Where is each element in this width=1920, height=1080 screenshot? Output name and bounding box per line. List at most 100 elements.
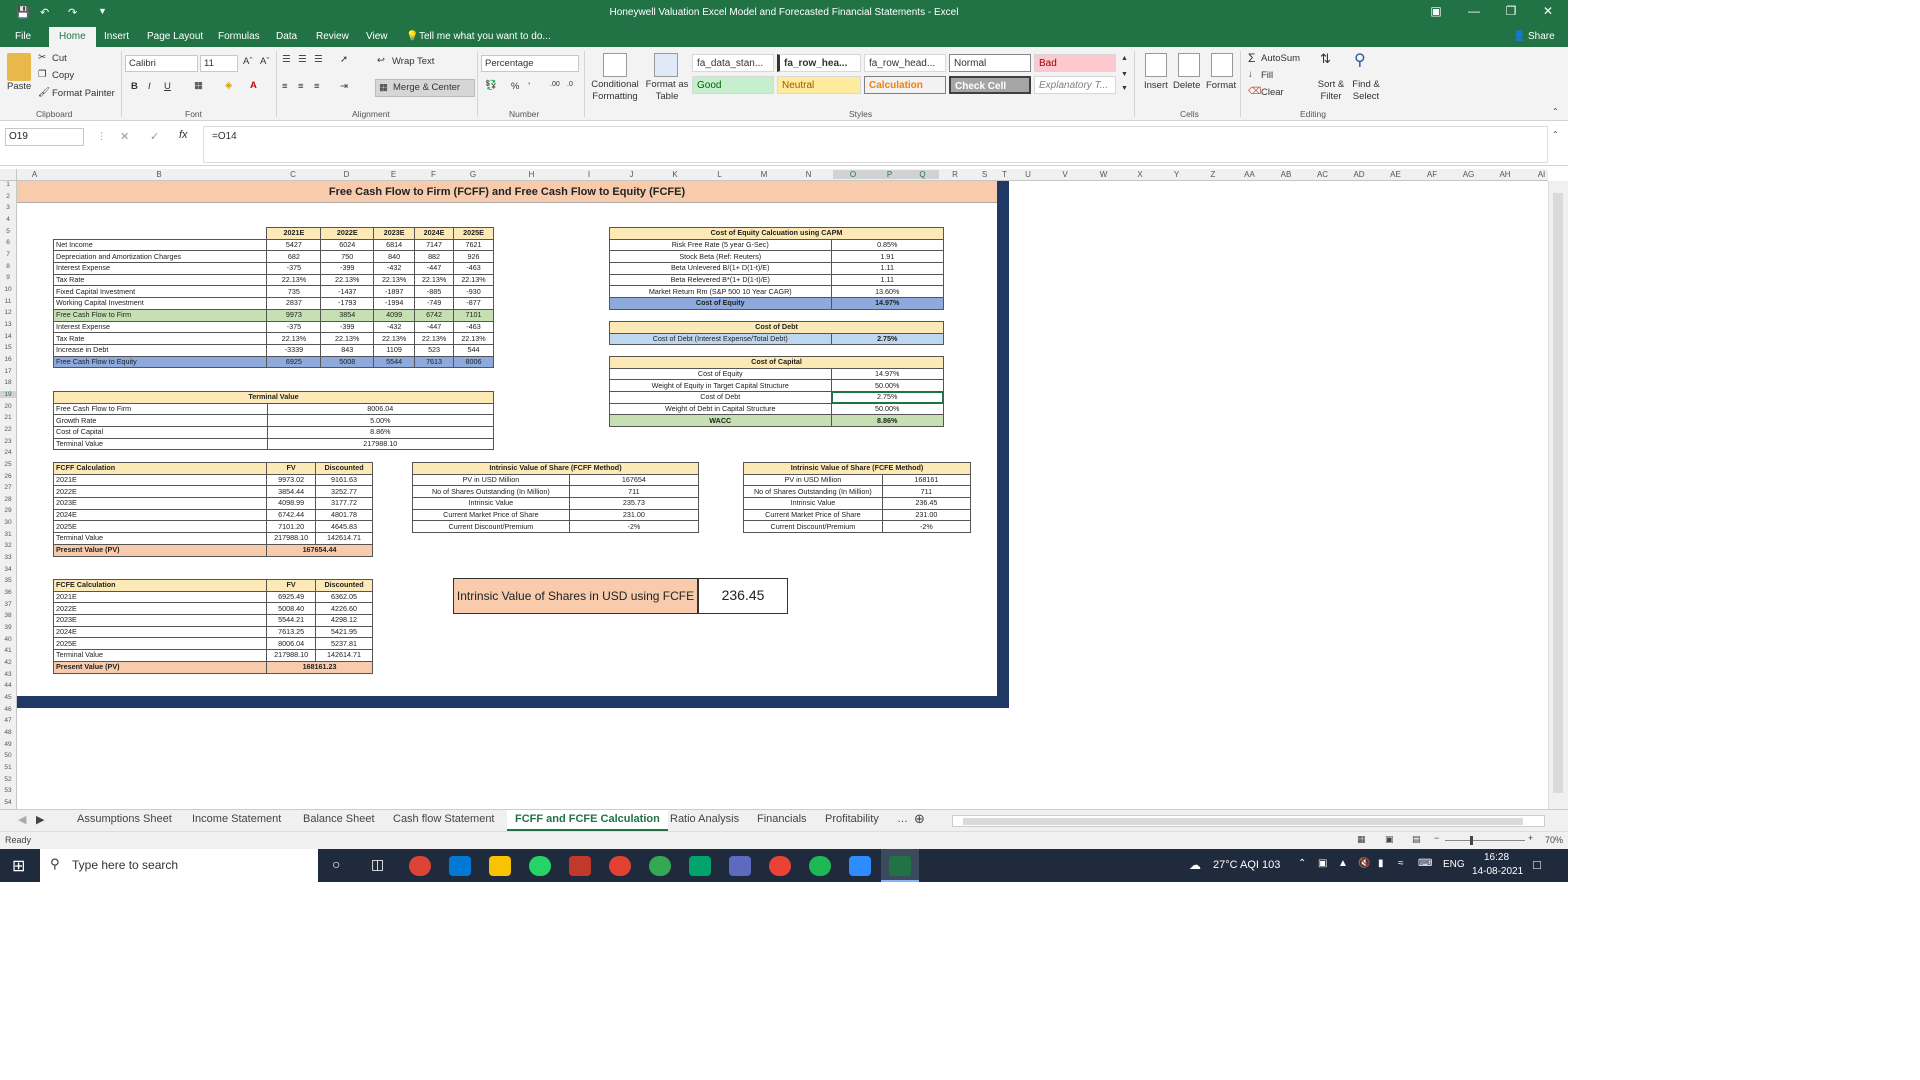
styles-more-icon[interactable]: ▼ — [1121, 85, 1128, 92]
shrink-font-icon[interactable]: Aˇ — [260, 56, 270, 67]
value-cell[interactable]: -463 — [453, 262, 494, 275]
tab-page-layout[interactable]: Page Layout — [147, 31, 203, 42]
column-header[interactable]: K — [655, 170, 695, 179]
keyboard-icon[interactable]: ⌨ — [1418, 858, 1432, 869]
value-cell[interactable]: -463 — [453, 320, 494, 334]
value-cell[interactable]: 6814 — [373, 238, 416, 252]
value-cell[interactable]: 14.97% — [830, 297, 945, 310]
row-header[interactable]: 43 — [0, 671, 16, 678]
fv-cell[interactable]: 5008.40 — [266, 602, 317, 616]
value-cell[interactable]: -749 — [414, 297, 455, 310]
value-cell[interactable]: -447 — [414, 262, 455, 275]
collapse-ribbon-icon[interactable]: ⌃ — [1552, 107, 1559, 116]
row-header[interactable]: 36 — [0, 589, 16, 596]
fv-cell[interactable]: 7613.25 — [266, 625, 317, 639]
row-header[interactable]: 2 — [0, 193, 16, 200]
ribbon-display-icon[interactable]: ▣ — [1418, 4, 1454, 18]
fill-icon[interactable]: ↓ — [1248, 69, 1253, 80]
borders-icon[interactable]: ▦ — [194, 80, 203, 91]
copy-button[interactable]: Copy — [52, 70, 74, 81]
bold-icon[interactable]: B — [131, 81, 138, 92]
sheet-tab-ratio-analysis[interactable]: Ratio Analysis — [670, 813, 739, 825]
value-cell[interactable]: 6024 — [320, 238, 375, 252]
row-header[interactable]: 6 — [0, 239, 16, 246]
row-header[interactable]: 27 — [0, 484, 16, 491]
find-select-button[interactable]: Find & Select — [1346, 79, 1386, 103]
discounted-cell[interactable]: 3177.72 — [315, 497, 373, 510]
formula-input[interactable]: =O14 — [212, 131, 237, 142]
cortana-icon[interactable]: ○ — [332, 856, 340, 872]
row-header[interactable]: 29 — [0, 507, 16, 514]
normal-view-icon[interactable]: ▦ — [1357, 834, 1366, 845]
value-cell[interactable]: -432 — [373, 320, 416, 334]
fv-cell[interactable]: 217988.10 — [266, 649, 317, 662]
merge-center-button[interactable]: Merge & Center — [393, 82, 460, 93]
style-bad[interactable]: Bad — [1034, 54, 1116, 72]
align-right-icon[interactable]: ≡ — [314, 81, 320, 92]
row-header[interactable]: 33 — [0, 554, 16, 561]
value-cell[interactable]: 235.73 — [568, 497, 700, 510]
value-cell[interactable]: 22.13% — [320, 332, 375, 345]
value-cell[interactable]: 544 — [453, 343, 494, 357]
cost-of-debt-value[interactable]: 2.75% — [830, 332, 945, 346]
chrome-profile-icon[interactable] — [769, 856, 791, 876]
value-cell[interactable]: 1.91 — [830, 250, 945, 264]
column-header[interactable]: H — [493, 170, 570, 179]
row-header[interactable]: 8 — [0, 263, 16, 270]
formula-bar-menu-icon[interactable]: ⋮ — [97, 131, 107, 142]
value-cell[interactable]: -1437 — [320, 285, 375, 299]
worksheet-grid[interactable]: Free Cash Flow to Firm (FCFF) and Free C… — [17, 181, 1548, 809]
tab-data[interactable]: Data — [276, 31, 297, 42]
merge-icon[interactable]: ▦ — [379, 82, 388, 93]
vertical-scrollbar[interactable] — [1548, 181, 1568, 809]
zoom-level[interactable]: 70% — [1545, 835, 1563, 845]
column-header[interactable]: B — [52, 170, 266, 179]
value-cell[interactable]: 22.13% — [453, 273, 494, 287]
select-all-corner[interactable] — [0, 169, 17, 181]
fv-cell[interactable]: 6925.49 — [266, 590, 317, 604]
value-cell[interactable]: -885 — [414, 285, 455, 299]
row-header[interactable]: 26 — [0, 473, 16, 480]
insert-function-icon[interactable]: fx — [179, 129, 188, 141]
value-cell[interactable]: -447 — [414, 320, 455, 334]
font-name-select[interactable]: Calibri — [125, 55, 198, 72]
row-header[interactable]: 3 — [0, 204, 16, 211]
column-header[interactable]: AF — [1414, 170, 1450, 179]
align-middle-icon[interactable]: ☰ — [298, 54, 307, 65]
fv-cell[interactable]: 3854.44 — [266, 485, 317, 499]
discounted-cell[interactable]: 4645.83 — [315, 520, 373, 534]
notifications-icon[interactable]: □ — [1533, 857, 1541, 872]
column-header[interactable]: O — [833, 170, 873, 179]
value-cell[interactable]: -1793 — [320, 297, 375, 310]
column-header[interactable]: Q — [906, 170, 939, 179]
whatsapp-icon[interactable] — [529, 856, 551, 876]
value-cell[interactable]: 7621 — [453, 238, 494, 252]
sort-filter-button[interactable]: Sort & Filter — [1313, 79, 1349, 103]
discounted-cell[interactable]: 142614.71 — [315, 649, 373, 662]
value-cell[interactable]: -432 — [373, 262, 416, 275]
file-explorer-icon[interactable] — [489, 856, 511, 876]
orientation-icon[interactable]: ➚ — [340, 54, 348, 65]
more-tabs-icon[interactable]: … — [897, 813, 908, 825]
value-cell[interactable]: 22.13% — [414, 273, 455, 287]
conditional-formatting-icon[interactable] — [603, 53, 627, 77]
row-header[interactable]: 7 — [0, 251, 16, 258]
row-header[interactable]: 53 — [0, 787, 16, 794]
styles-scroll-up-icon[interactable]: ▲ — [1121, 55, 1128, 62]
highlight-value[interactable]: 236.45 — [698, 578, 788, 614]
paste-icon[interactable] — [7, 53, 31, 81]
value-cell[interactable]: 5427 — [266, 238, 322, 252]
row-header[interactable]: 54 — [0, 799, 16, 806]
spotify-icon[interactable] — [809, 856, 831, 876]
value-cell[interactable]: 840 — [373, 250, 416, 264]
row-header[interactable]: 46 — [0, 706, 16, 713]
value-cell[interactable]: 0.85% — [830, 238, 945, 252]
value-cell[interactable]: 5544 — [373, 355, 416, 369]
column-header[interactable]: AH — [1487, 170, 1523, 179]
taskbar-search-box[interactable]: ⚲ Type here to search — [40, 849, 318, 882]
row-header[interactable]: 21 — [0, 414, 16, 421]
zoom-app-icon[interactable] — [849, 856, 871, 876]
fill-color-icon[interactable]: ◈ — [225, 80, 232, 91]
format-painter-button[interactable]: Format Painter — [52, 88, 115, 99]
battery-icon[interactable]: ▮ — [1378, 858, 1384, 869]
